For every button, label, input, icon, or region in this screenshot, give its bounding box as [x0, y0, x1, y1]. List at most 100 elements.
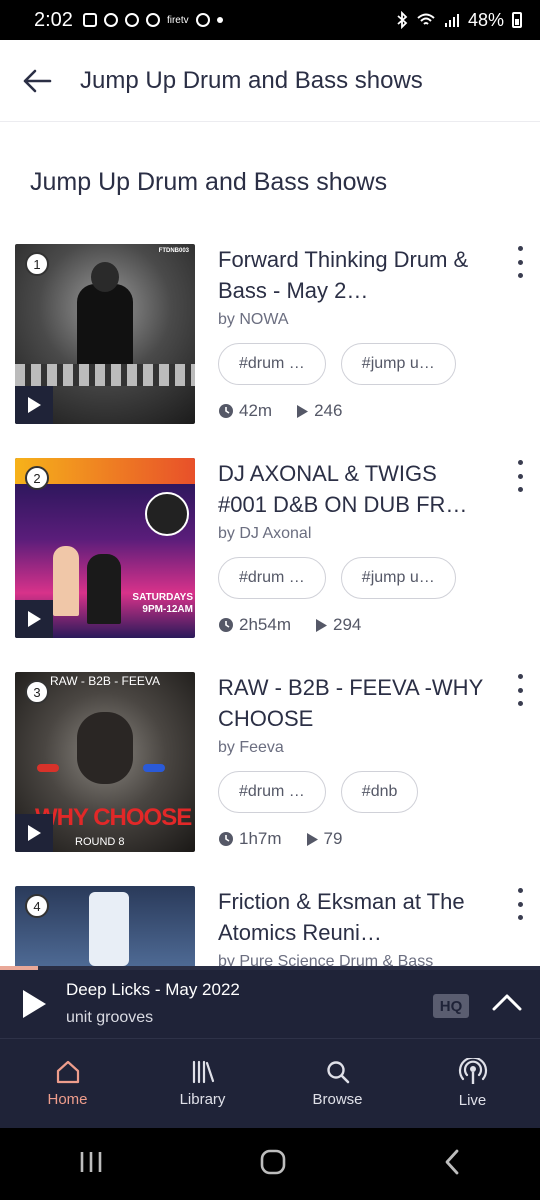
expand-player-button[interactable]: [492, 992, 522, 1017]
status-right: 48%: [396, 10, 522, 31]
tag-chip[interactable]: #drum …: [218, 771, 326, 813]
show-author[interactable]: by DJ Axonal: [218, 525, 488, 543]
firetv-icon: firetv: [166, 14, 189, 26]
nav-library[interactable]: Library: [135, 1039, 270, 1128]
duration: 2h54m: [218, 615, 291, 635]
show-thumbnail[interactable]: SATURDAYS 9PM-12AM 2: [15, 458, 195, 638]
tag-chip[interactable]: #jump u…: [340, 557, 456, 599]
arrow-left-icon: [23, 69, 52, 92]
tag-list: #drum … #dnb: [218, 771, 488, 813]
thumbnail-figure: [53, 546, 79, 616]
show-thumbnail[interactable]: RAW - B2B - FEEVA WHY CHOOSE ROUND 8 3: [15, 672, 195, 852]
status-time: 2:02: [34, 8, 73, 31]
thumbnail-equipment: [15, 364, 195, 386]
rank-badge: 4: [25, 894, 49, 918]
tag-chip[interactable]: #drum …: [218, 343, 326, 385]
duration: 42m: [218, 401, 272, 421]
blue-pill: [143, 764, 165, 772]
wifi-icon: [417, 13, 435, 25]
accessibility-icon: [195, 13, 210, 27]
nav-label: Home: [47, 1091, 88, 1108]
live-icon: [458, 1058, 487, 1084]
message-icon: [82, 13, 97, 27]
home-circle-icon: [260, 1149, 286, 1174]
home-system-button[interactable]: [259, 1148, 287, 1181]
thumbnail-play-button[interactable]: [15, 386, 53, 424]
tag-list: #drum … #jump u…: [218, 557, 488, 599]
thumbnail-play-button[interactable]: [15, 600, 53, 638]
play-icon: [23, 990, 46, 1018]
play-count-value: 246: [314, 401, 343, 420]
duration-value: 42m: [239, 401, 273, 420]
thumbnail-title: WHY CHOOSE: [35, 804, 192, 831]
red-pill: [37, 764, 59, 772]
item-info: Forward Thinking Drum & Bass - May 2… by…: [218, 244, 488, 421]
hq-toggle[interactable]: HQ: [433, 994, 469, 1018]
show-meta: 1h7m 79: [218, 829, 488, 849]
show-title[interactable]: Friction & Eksman at The Atomics Reuni…: [218, 886, 488, 948]
tag-chip[interactable]: #dnb: [340, 771, 419, 813]
duration-value: 1h7m: [239, 829, 282, 848]
clock-icon: [219, 832, 233, 846]
more-options-button[interactable]: [510, 244, 530, 280]
battery-percent: 48%: [467, 9, 504, 30]
signal-icon: [444, 14, 459, 27]
nav-label: Live: [458, 1092, 487, 1109]
more-options-button[interactable]: [510, 886, 530, 922]
nav-home[interactable]: Home: [0, 1039, 135, 1128]
play-count-icon: [315, 618, 327, 632]
show-title[interactable]: RAW - B2B - FEEVA -WHY CHOOSE: [218, 672, 488, 734]
more-options-button[interactable]: [510, 672, 530, 708]
app-header: Jump Up Drum and Bass shows: [0, 40, 540, 122]
play-count: 246: [296, 401, 342, 421]
thumbnail-label: SATURDAYS 9PM-12AM: [132, 592, 193, 615]
tag-chip[interactable]: #drum …: [218, 557, 326, 599]
nav-browse[interactable]: Browse: [270, 1039, 405, 1128]
show-author[interactable]: by NOWA: [218, 311, 488, 329]
clock-icon: [219, 404, 233, 418]
notification-icons: firetv: [82, 13, 223, 27]
show-meta: 2h54m 294: [218, 615, 488, 635]
mini-player[interactable]: Deep Licks - May 2022 unit grooves HQ: [0, 970, 540, 1038]
back-button[interactable]: [22, 66, 52, 96]
duration: 1h7m: [218, 829, 282, 849]
nav-label: Library: [179, 1091, 226, 1108]
recent-apps-button[interactable]: [78, 1150, 104, 1179]
play-icon: [28, 397, 41, 413]
thumbnail-face: [77, 712, 133, 784]
more-notifications-icon: [216, 17, 223, 23]
show-title[interactable]: DJ AXONAL & TWIGS #001 D&B ON DUB FR…: [218, 458, 488, 520]
thumbnail-figure-head: [91, 262, 119, 292]
list-item[interactable]: SATURDAYS 9PM-12AM 2 DJ AXONAL & TWIGS #…: [0, 458, 540, 672]
play-count-value: 294: [332, 615, 362, 634]
show-thumbnail[interactable]: FTDNB003 1: [15, 244, 195, 424]
snapchat-icon: [145, 13, 160, 27]
more-options-button[interactable]: [510, 458, 530, 494]
status-bar: 2:02 firetv 48%: [0, 0, 540, 40]
show-author[interactable]: by Pure Science Drum & Bass: [218, 953, 488, 966]
thumbnail-play-button[interactable]: [15, 814, 53, 852]
show-title[interactable]: Forward Thinking Drum & Bass - May 2…: [218, 244, 488, 306]
play-icon: [28, 611, 41, 627]
thumbnail-figure: [87, 554, 121, 624]
bluetooth-icon: [397, 11, 408, 29]
chevron-up-icon: [492, 994, 522, 1011]
show-thumbnail[interactable]: 4: [15, 886, 195, 966]
chevron-left-icon: [445, 1149, 459, 1174]
list-item[interactable]: 4 Friction & Eksman at The Atomics Reuni…: [0, 886, 540, 966]
show-author[interactable]: by Feeva: [218, 739, 488, 757]
bottom-navigation: Home Library Browse Live: [0, 1038, 540, 1128]
tag-chip[interactable]: #jump u…: [340, 343, 456, 385]
mini-player-play-button[interactable]: [20, 988, 48, 1025]
thumbnail-logo: [89, 892, 129, 966]
search-icon: [326, 1061, 349, 1084]
snapchat-icon: [124, 13, 139, 27]
nav-live[interactable]: Live: [405, 1039, 540, 1128]
library-icon: [192, 1060, 214, 1084]
list-item[interactable]: FTDNB003 1 Forward Thinking Drum & Bass …: [0, 244, 540, 458]
system-back-button[interactable]: [442, 1148, 462, 1181]
play-count-icon: [306, 832, 318, 846]
play-count-value: 79: [323, 829, 343, 848]
now-playing-artist: unit grooves: [66, 1009, 154, 1026]
list-item[interactable]: RAW - B2B - FEEVA WHY CHOOSE ROUND 8 3 R…: [0, 672, 540, 886]
